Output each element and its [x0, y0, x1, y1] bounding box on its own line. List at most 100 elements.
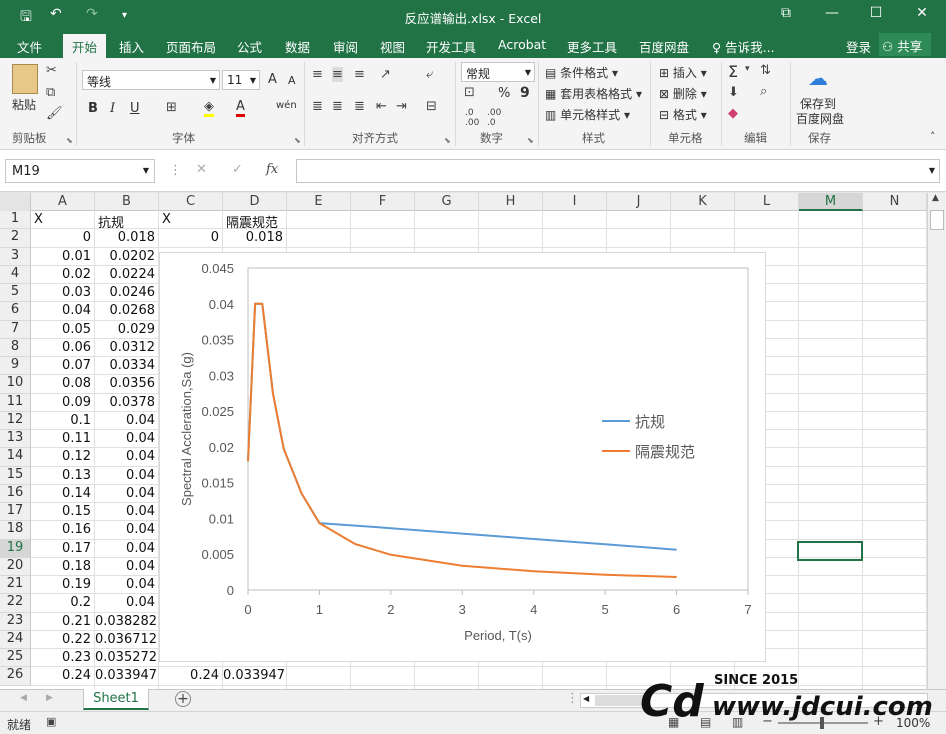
next-sheet-icon[interactable]: ▶	[46, 693, 53, 703]
align-top-icon[interactable]: ≡	[312, 67, 323, 82]
column-header-h[interactable]: H	[479, 193, 543, 211]
cell[interactable]: X	[159, 211, 222, 229]
align-center-icon[interactable]: ≣	[332, 99, 343, 114]
find-select-icon[interactable]: ⌕	[760, 84, 767, 99]
cell[interactable]: 0.04	[95, 485, 158, 503]
tab-home[interactable]: 开始	[63, 34, 107, 58]
accounting-format-icon[interactable]: ⊡	[464, 85, 475, 100]
cell[interactable]: 0.18	[31, 558, 94, 576]
row-header[interactable]: 5	[0, 284, 31, 303]
row-header[interactable]: 26	[0, 667, 31, 686]
cell[interactable]: 0.13	[31, 467, 94, 485]
cell[interactable]: 0.0224	[95, 266, 158, 284]
row-header[interactable]: 12	[0, 411, 31, 430]
tab-acrobat[interactable]: Acrobat	[498, 37, 546, 52]
cell[interactable]: 0.21	[31, 613, 94, 631]
comma-style-button[interactable]: 9	[520, 85, 530, 101]
clipboard-launcher-icon[interactable]: ⬊	[66, 136, 73, 145]
row-header[interactable]: 21	[0, 576, 31, 595]
delete-cells-button[interactable]: ⊠ 删除 ▾	[659, 85, 707, 102]
align-middle-icon[interactable]: ≡	[332, 67, 343, 82]
grow-font-button[interactable]: A	[268, 72, 277, 87]
cell[interactable]: 0.018	[95, 229, 158, 247]
cell[interactable]: 0	[159, 229, 222, 247]
borders-icon[interactable]: ⊞	[166, 100, 177, 115]
column-header-n[interactable]: N	[863, 193, 927, 211]
maximize-button[interactable]: ☐	[866, 5, 886, 21]
cell[interactable]: 0.05	[31, 321, 94, 339]
sort-filter-icon[interactable]: ⇅	[760, 63, 771, 78]
cell-styles-button[interactable]: ▥ 单元格样式 ▾	[545, 106, 630, 123]
column-header-m[interactable]: M	[799, 193, 863, 211]
cell[interactable]: 0.01	[31, 248, 94, 266]
row-header[interactable]: 8	[0, 338, 31, 357]
increase-indent-icon[interactable]: ⇥	[396, 99, 407, 114]
row-header[interactable]: 23	[0, 612, 31, 631]
row-header[interactable]: 20	[0, 557, 31, 576]
tab-data[interactable]: 数据	[285, 37, 310, 56]
column-header-b[interactable]: B	[95, 193, 159, 211]
tab-page-layout[interactable]: 页面布局	[166, 37, 216, 56]
row-header[interactable]: 15	[0, 466, 31, 485]
row-header[interactable]: 16	[0, 484, 31, 503]
name-box[interactable]: M19 ▼	[5, 159, 155, 183]
cell[interactable]: 0.09	[31, 394, 94, 412]
percent-style-button[interactable]: %	[498, 86, 510, 101]
horizontal-scroll-thumb[interactable]	[595, 695, 645, 706]
decrease-indent-icon[interactable]: ⇤	[376, 99, 387, 114]
scroll-thumb[interactable]	[930, 210, 944, 230]
align-right-icon[interactable]: ≣	[354, 99, 365, 114]
confirm-entry-icon[interactable]: ✓	[232, 162, 243, 177]
alignment-launcher-icon[interactable]: ⬊	[444, 136, 451, 145]
cell[interactable]: 0.15	[31, 503, 94, 521]
cell[interactable]: 0.0312	[95, 339, 158, 357]
cell[interactable]: 0.2	[31, 594, 94, 612]
cell[interactable]: 0.04	[95, 594, 158, 612]
column-header-l[interactable]: L	[735, 193, 799, 211]
minimize-button[interactable]: —	[822, 5, 842, 21]
cut-icon[interactable]: ✂	[46, 63, 57, 78]
fill-icon[interactable]: ⬇	[728, 85, 739, 100]
baidu-netdisk-icon[interactable]: ☁	[808, 66, 828, 90]
autosum-button[interactable]: Σ	[728, 62, 738, 81]
format-cells-button[interactable]: ⊟ 格式 ▾	[659, 106, 707, 123]
cell[interactable]: 0.22	[31, 631, 94, 649]
cell[interactable]: 0.17	[31, 540, 94, 558]
cell[interactable]: 0.0334	[95, 357, 158, 375]
column-header-f[interactable]: F	[351, 193, 415, 211]
row-header[interactable]: 3	[0, 247, 31, 266]
row-header[interactable]: 24	[0, 630, 31, 649]
cell[interactable]: 0.24	[159, 667, 222, 685]
cell[interactable]: 0.018	[223, 229, 286, 247]
cell[interactable]: 0.14	[31, 485, 94, 503]
align-bottom-icon[interactable]: ≡	[354, 67, 365, 82]
clear-icon[interactable]: ◆	[728, 106, 738, 121]
wrap-text-icon[interactable]: ⤶	[426, 67, 433, 82]
tab-formulas[interactable]: 公式	[237, 37, 262, 56]
worksheet-grid[interactable]: ABCDEFGHIJKLMN 1 X 抗规 X 隔震规范 2 0 0.018 0 0.018 3 0.…	[0, 193, 927, 689]
row-header[interactable]: 18	[0, 521, 31, 540]
row-header[interactable]: 9	[0, 357, 31, 376]
cell[interactable]: 0.0246	[95, 284, 158, 302]
cell[interactable]: 0.04	[95, 467, 158, 485]
scroll-up-icon[interactable]: ▲	[932, 193, 939, 203]
cell[interactable]: 0.036712	[95, 631, 158, 649]
row-header[interactable]: 14	[0, 448, 31, 467]
cell[interactable]: 0.02	[31, 266, 94, 284]
cell[interactable]: 0.04	[95, 503, 158, 521]
tab-baidu-netdisk[interactable]: 百度网盘	[639, 37, 689, 56]
vertical-scrollbar[interactable]: ▲	[927, 193, 946, 689]
font-launcher-icon[interactable]: ⬊	[294, 136, 301, 145]
select-all-corner[interactable]	[0, 193, 31, 211]
scroll-left-icon[interactable]: ◀	[583, 694, 589, 703]
tab-view[interactable]: 视图	[380, 37, 405, 56]
format-painter-icon[interactable]: 🖌	[46, 106, 63, 121]
align-left-icon[interactable]: ≣	[312, 99, 323, 114]
column-header-g[interactable]: G	[415, 193, 479, 211]
phonetic-button[interactable]: wén	[276, 100, 297, 111]
tab-insert[interactable]: 插入	[119, 37, 144, 56]
prev-sheet-icon[interactable]: ◀	[20, 693, 27, 703]
row-header[interactable]: 25	[0, 649, 31, 668]
cell[interactable]: 0.04	[95, 430, 158, 448]
cell[interactable]: 0.24	[31, 667, 94, 685]
